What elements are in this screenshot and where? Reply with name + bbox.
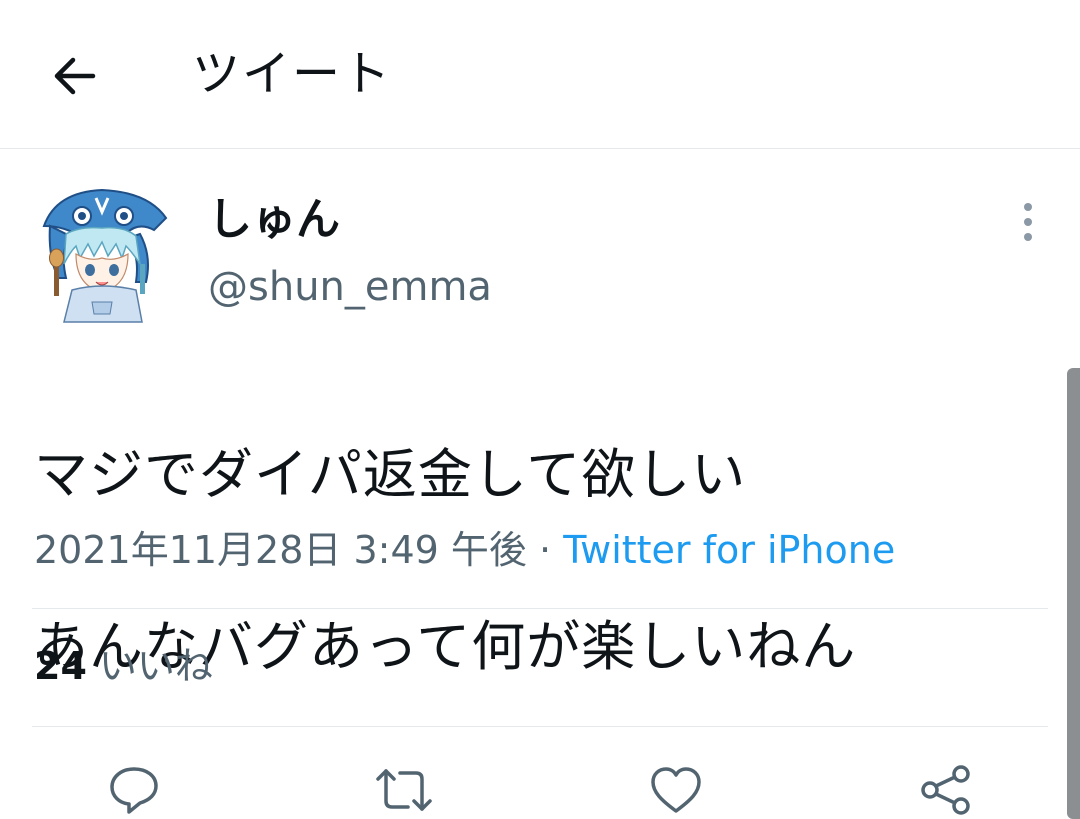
page-title: ツイート	[192, 46, 393, 102]
likes-count: 24	[34, 644, 87, 688]
avatar-image	[42, 188, 168, 323]
arrow-left-icon	[54, 57, 96, 95]
more-options-button[interactable]	[1008, 198, 1048, 246]
reply-button[interactable]	[104, 762, 164, 818]
share-button[interactable]	[916, 762, 976, 818]
like-button[interactable]	[646, 762, 706, 818]
avatar[interactable]	[36, 186, 168, 326]
share-icon	[921, 765, 970, 815]
reply-icon	[110, 767, 158, 814]
likes-label: いいね	[98, 644, 213, 688]
top-header: ツイート	[0, 0, 1080, 149]
retweet-button[interactable]	[374, 762, 434, 818]
tweet-meta: 2021年11月28日 3:49 午後 · Twitter for iPhone	[34, 524, 895, 576]
more-vertical-icon-dot	[1024, 218, 1032, 226]
like-icon	[651, 767, 701, 813]
back-button[interactable]	[44, 46, 104, 106]
user-handle[interactable]: @shun_emma	[208, 262, 492, 312]
display-name[interactable]: しゅん	[208, 192, 340, 248]
tweet-text-line: マジでダイパ返金して欲しい	[34, 443, 747, 506]
scrollbar[interactable]	[1067, 368, 1080, 819]
divider	[32, 608, 1048, 609]
tweet-source-link[interactable]: Twitter for iPhone	[563, 528, 895, 572]
tweet-timestamp[interactable]: 2021年11月28日 3:49 午後	[34, 528, 527, 572]
retweet-icon	[376, 769, 432, 811]
more-vertical-icon-dot	[1024, 233, 1032, 241]
meta-separator: ·	[539, 528, 552, 572]
likes-stat[interactable]: 24 いいね	[34, 640, 213, 692]
more-vertical-icon	[1024, 203, 1032, 211]
tweet-detail-screen: ツイート しゅん @shun_emma マジでダイパ返金して欲しい あんなバグあ…	[0, 0, 1080, 819]
divider	[32, 726, 1048, 727]
